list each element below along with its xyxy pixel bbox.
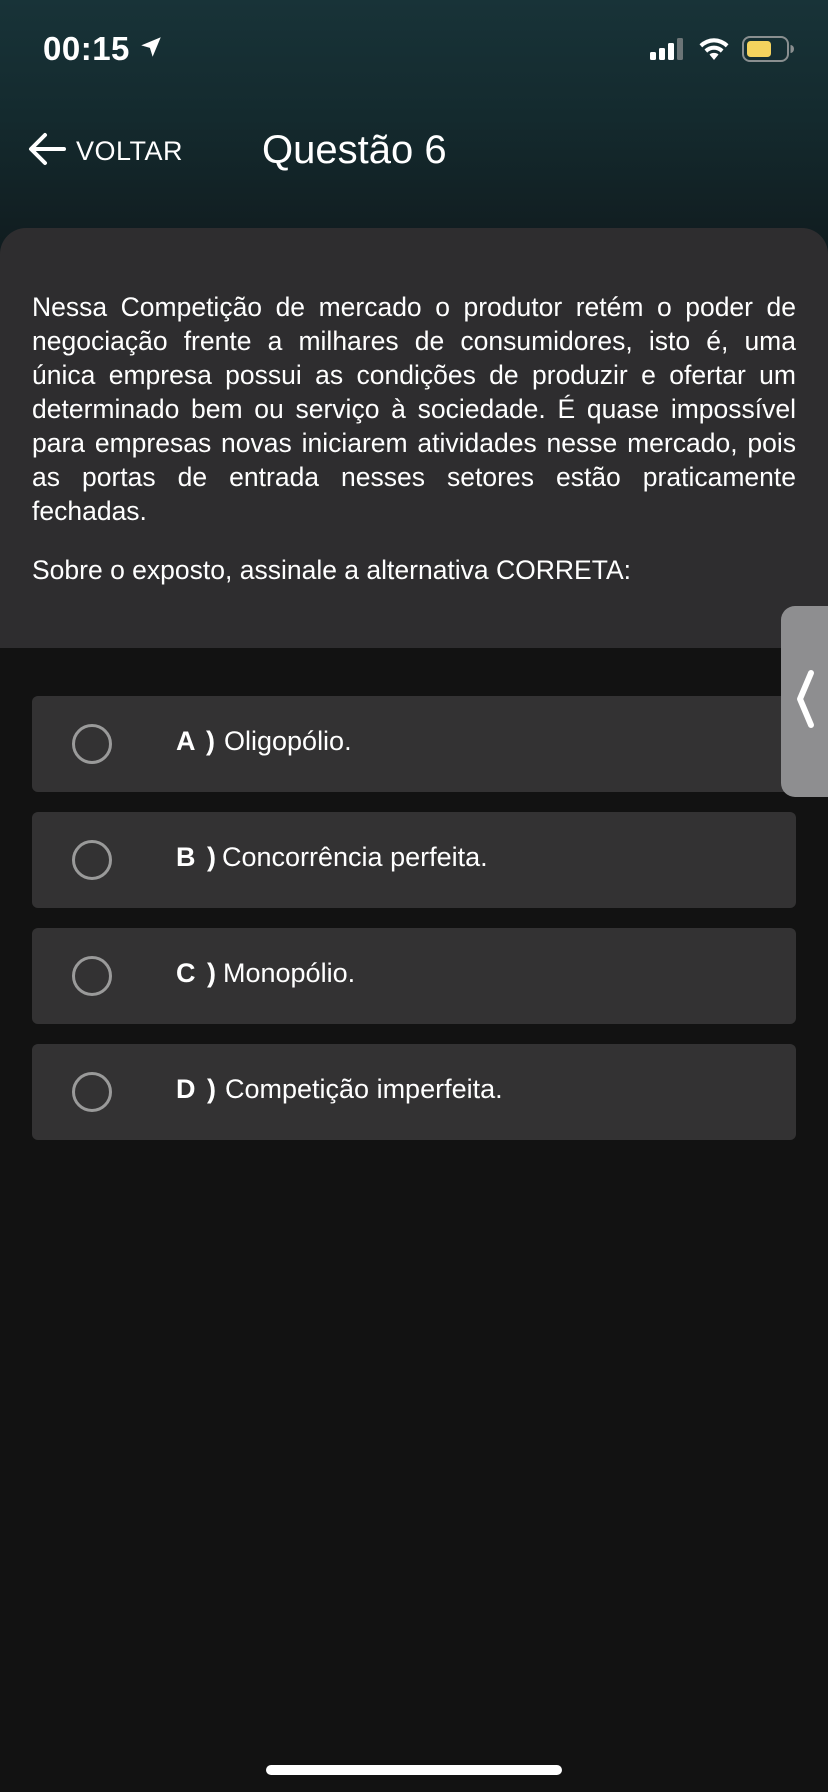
page-title: Questão 6 (262, 128, 447, 172)
app-screen: 00:15 VOLTAR Questão 6 Nessa Competição … (0, 0, 828, 1792)
radio-button[interactable] (72, 724, 112, 764)
back-button[interactable]: VOLTAR (28, 132, 183, 171)
battery-icon (742, 36, 794, 67)
app-header: VOLTAR Questão 6 (0, 110, 828, 190)
option-letter: D ) (176, 1074, 218, 1104)
option-c[interactable]: C ) Monopólio. (32, 928, 796, 1024)
back-label: VOLTAR (76, 136, 184, 166)
cellular-signal-icon (650, 38, 686, 65)
option-letter: C ) (176, 958, 218, 988)
radio-button[interactable] (72, 1072, 112, 1112)
question-card: Nessa Competição de mercado o produtor r… (0, 228, 828, 648)
status-icons (650, 36, 794, 67)
side-drawer-tab[interactable] (781, 606, 828, 797)
chevron-left-icon (794, 669, 816, 734)
wifi-icon (698, 37, 730, 66)
option-a[interactable]: A ) Oligopólio. (32, 696, 796, 792)
home-indicator[interactable] (266, 1765, 562, 1775)
option-d[interactable]: D ) Competição imperfeita. (32, 1044, 796, 1140)
option-text: Oligopólio. (224, 726, 352, 756)
option-letter: B ) (176, 842, 218, 872)
location-arrow-icon (138, 30, 164, 68)
radio-button[interactable] (72, 840, 112, 880)
option-text: Competição imperfeita. (225, 1074, 503, 1104)
status-time-group: 00:15 (43, 30, 164, 68)
status-bar: 00:15 (0, 0, 828, 100)
option-b[interactable]: B ) Concorrência perfeita. (32, 812, 796, 908)
option-text: Concorrência perfeita. (222, 842, 488, 872)
option-letter: A ) (176, 726, 217, 756)
status-time: 00:15 (43, 30, 130, 67)
arrow-left-icon (28, 132, 66, 171)
question-text: Nessa Competição de mercado o produtor r… (32, 292, 796, 526)
radio-button[interactable] (72, 956, 112, 996)
question-prompt: Sobre o exposto, assinale a alternativa … (32, 555, 631, 585)
option-text: Monopólio. (223, 958, 356, 988)
